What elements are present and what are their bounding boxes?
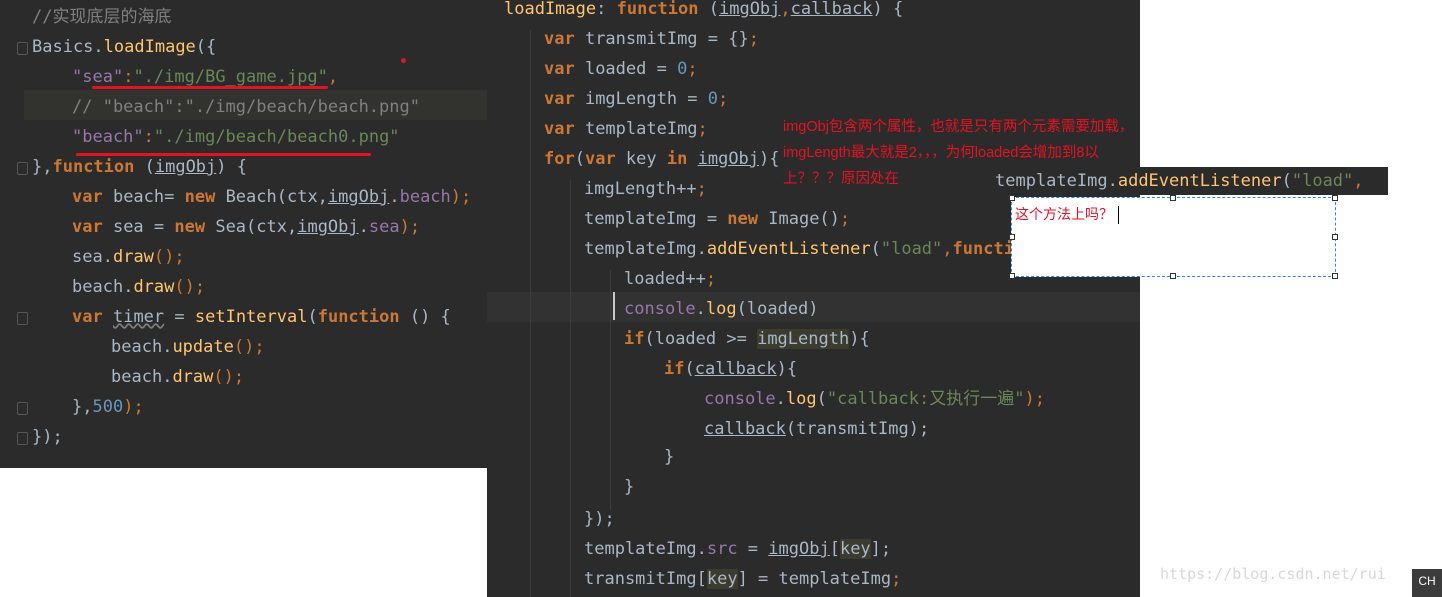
code-line: }	[664, 447, 675, 467]
resize-handle[interactable]	[1170, 195, 1176, 201]
watermark: https://blog.csdn.net/rui	[1160, 565, 1386, 583]
code-line: Basics.loadImage({	[32, 37, 217, 57]
code-line: callback(transmitImg);	[704, 419, 930, 439]
code-line: var beach= new Beach(ctx,imgObj.beach);	[72, 187, 472, 207]
code-line: for(var key in imgObj){	[544, 149, 780, 169]
resize-handle[interactable]	[1332, 273, 1338, 279]
resize-handle[interactable]	[1009, 195, 1015, 201]
fold-icon[interactable]	[17, 402, 28, 415]
annotation-box-text[interactable]: 这个方法上吗？	[1015, 204, 1113, 224]
indent-guide	[570, 180, 571, 597]
fold-icon[interactable]	[17, 432, 28, 445]
code-line: "beach":"./img/beach/beach0.png"	[72, 127, 400, 147]
code-line: beach.draw();	[111, 367, 245, 387]
text-cursor	[1118, 206, 1119, 224]
text-caret	[613, 292, 615, 320]
resize-handle[interactable]	[1009, 234, 1015, 240]
code-line: var transmitImg = {};	[544, 29, 759, 49]
code-line: if(callback){	[664, 359, 798, 379]
code-line: beach.draw();	[72, 277, 206, 297]
code-line: console.log("callback:又执行一遍");	[704, 389, 1045, 409]
resize-handle[interactable]	[1009, 273, 1015, 279]
indent-guide	[530, 30, 531, 597]
input-method-badge[interactable]: CH	[1412, 569, 1442, 597]
code-line: // "beach":"./img/beach/beach.png"	[72, 97, 420, 117]
code-line: sea.draw();	[72, 247, 185, 267]
code-line: imgLength++;	[584, 179, 707, 199]
indent-guide	[610, 270, 611, 510]
code-line: var loaded = 0;	[544, 59, 698, 79]
code-line: console.log(loaded)	[624, 299, 819, 319]
code-snippet-text: templateImg.addEventListener("load",	[995, 171, 1364, 191]
code-line: var imgLength = 0;	[544, 89, 729, 109]
resize-handle[interactable]	[1332, 195, 1338, 201]
code-line: var timer = setInterval(function () {	[72, 307, 451, 327]
code-line: }	[624, 477, 635, 497]
code-line: loaded++;	[624, 269, 717, 289]
fold-icon[interactable]	[17, 42, 28, 55]
code-line: templateImg = new Image();	[584, 209, 851, 229]
resize-handle[interactable]	[1170, 273, 1176, 279]
code-line: //实现底层的海底	[32, 7, 172, 27]
red-dot-mark	[401, 58, 406, 63]
red-underline	[92, 86, 328, 89]
code-line: beach.update();	[111, 337, 265, 357]
fold-icon[interactable]	[17, 312, 28, 325]
code-line: });	[32, 427, 63, 447]
code-line: },function (imgObj) {	[32, 157, 247, 177]
code-line: if(loaded >= imgLength){	[624, 329, 870, 349]
code-line: });	[584, 509, 615, 529]
code-line: templateImg.src = imgObj[key];	[584, 539, 892, 559]
code-line: loadImage: function (imgObj,callback) {	[504, 0, 904, 19]
code-line: var sea = new Sea(ctx,imgObj.sea);	[72, 217, 421, 237]
resize-handle[interactable]	[1332, 234, 1338, 240]
fold-icon[interactable]	[17, 162, 28, 175]
red-underline	[76, 153, 371, 156]
code-line: var templateImg;	[544, 119, 708, 139]
code-line: transmitImg[key] = templateImg;	[584, 569, 902, 589]
code-line: },500);	[72, 397, 144, 417]
